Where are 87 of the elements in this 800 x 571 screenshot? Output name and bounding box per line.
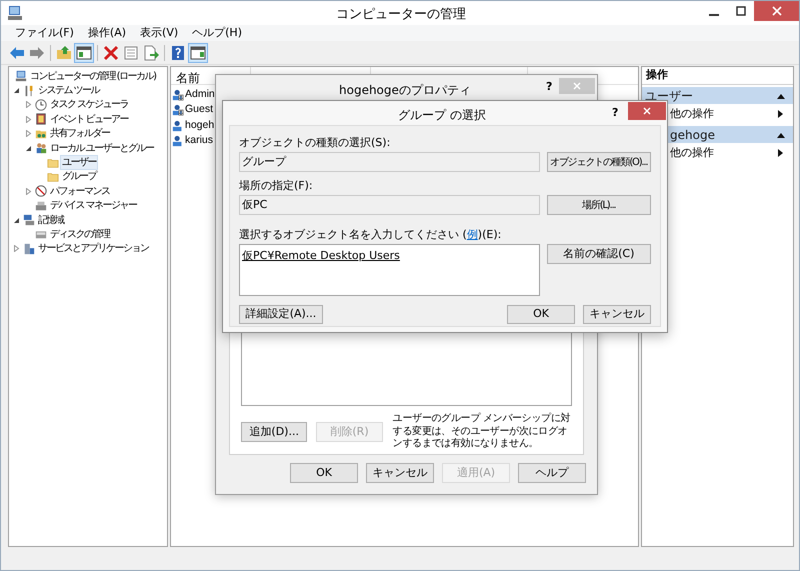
close-icon — [643, 107, 651, 115]
tree-item[interactable]: ユーザー — [60, 155, 98, 170]
menu-item[interactable]: 操作(A) — [88, 24, 126, 42]
dialog-title: hogehogeのプロパティ — [339, 82, 471, 99]
properties-icon — [123, 44, 139, 60]
submenu-arrow-icon — [778, 149, 783, 157]
tree-item[interactable]: 記憶域 — [36, 212, 66, 228]
tree-item[interactable]: 共有フォルダー — [48, 126, 112, 142]
field-label: 選択するオブジェクト名を入力してください ( — [239, 226, 467, 243]
toolbar-button[interactable] — [74, 42, 94, 62]
example-link[interactable]: 例 — [466, 226, 478, 244]
tree-item[interactable]: ローカル ユーザーとグルー — [48, 140, 156, 156]
dialog-button[interactable]: キャンセル — [583, 305, 651, 324]
folder-icon — [47, 170, 59, 183]
tree-item[interactable]: デバイス マネージャー — [48, 198, 139, 214]
close-icon — [573, 82, 581, 90]
readonly-field: グループ — [239, 152, 540, 172]
dialog-button[interactable]: OK — [290, 463, 358, 483]
device-icon — [35, 200, 47, 212]
list-item[interactable]: karius — [185, 133, 214, 150]
tree-item[interactable]: イベント ビューアー — [48, 112, 130, 127]
field-label: オブジェクトの種類の選択(S): — [239, 136, 392, 150]
dialog-button[interactable]: 詳細設定(A)... — [239, 305, 323, 324]
dialog-title: グループ の選択 — [398, 107, 486, 124]
close-button[interactable] — [628, 102, 666, 120]
delete-icon — [103, 44, 119, 60]
expanded-arrow-icon[interactable] — [25, 144, 32, 152]
section-header[interactable]: ユーザー — [642, 87, 793, 104]
dialog-button[interactable]: OK — [507, 305, 575, 324]
tree-item[interactable]: システム ツール — [36, 83, 102, 98]
collapsed-arrow-icon[interactable] — [25, 188, 32, 195]
tree-item[interactable]: タスク スケジューラ — [48, 97, 130, 112]
tree-item[interactable]: コンピューターの管理 (ローカル) — [28, 68, 158, 84]
expanded-arrow-icon[interactable] — [13, 216, 20, 224]
readonly-field: 仮PC — [239, 195, 540, 215]
minimize-icon — [708, 14, 718, 16]
collapsed-arrow-icon[interactable] — [25, 101, 32, 108]
menu-item[interactable]: ファイル(F) — [15, 24, 74, 42]
maximize-icon — [736, 6, 746, 16]
tree-item[interactable]: グループ — [60, 169, 98, 184]
toolbar-button[interactable] — [188, 42, 208, 62]
field-label: )(E): — [478, 226, 502, 243]
collapsed-arrow-icon[interactable] — [25, 116, 32, 123]
computer-icon — [15, 70, 27, 82]
storage-icon — [23, 214, 35, 226]
close-button[interactable] — [754, 1, 799, 21]
help-glyph[interactable]: ? — [546, 79, 552, 96]
folder-up-icon — [56, 44, 72, 60]
note-text: ユーザーのグループ メンバーシップに対する変更は、そのユーザーが次にログオンするまでは有効になりません。 — [392, 413, 572, 451]
dialog-button[interactable]: 場所(L)... — [546, 195, 651, 215]
dialog-button[interactable]: オブジェクトの種類(O)... — [546, 152, 651, 172]
users-icon — [35, 142, 47, 154]
help-glyph[interactable]: ? — [612, 105, 618, 122]
dialog-button[interactable]: 追加(D)... — [241, 422, 308, 442]
tree-item[interactable]: ディスクの管理 — [48, 227, 112, 242]
close-icon — [772, 6, 782, 16]
menu-item[interactable]: ヘルプ(H) — [192, 24, 242, 42]
names-input-field[interactable]: 仮PC¥Remote Desktop Users — [239, 244, 540, 296]
window-title: コンピューターの管理 — [336, 6, 466, 24]
expanded-arrow-icon[interactable] — [13, 87, 20, 94]
computer-icon — [7, 5, 23, 21]
tree-item[interactable]: サービスとアプリケーション — [36, 241, 150, 256]
shared-folder-icon — [35, 128, 47, 140]
menu-item[interactable]: 表示(V) — [140, 24, 178, 42]
forward-arrow-icon — [29, 44, 45, 60]
back-arrow-icon — [9, 44, 25, 60]
action-item[interactable]: 他の操作 — [670, 106, 714, 122]
collapsed-arrow-icon[interactable] — [25, 130, 32, 138]
help-icon — [170, 44, 186, 60]
log-icon — [35, 113, 47, 126]
tree-item[interactable]: パフォーマンス — [48, 184, 112, 199]
pane-icon — [76, 44, 92, 60]
tools-icon — [23, 84, 35, 97]
dialog-button[interactable]: 名前の確認(C) — [546, 244, 651, 264]
dialog-button[interactable]: キャンセル — [366, 463, 434, 483]
export-icon — [143, 44, 159, 60]
pane-title: 操作 — [646, 67, 668, 84]
gauge-icon — [35, 185, 47, 198]
clock-icon — [35, 98, 47, 111]
dialog-button[interactable]: ヘルプ — [518, 463, 586, 483]
collapsed-arrow-icon[interactable] — [13, 245, 20, 252]
action-item[interactable]: 他の操作 — [670, 144, 714, 162]
submenu-arrow-icon — [778, 110, 783, 118]
pane-icon — [190, 44, 206, 60]
field-label: 場所の指定(F): — [239, 179, 314, 193]
services-icon — [23, 242, 35, 255]
list-item[interactable]: hogeh — [185, 118, 214, 134]
